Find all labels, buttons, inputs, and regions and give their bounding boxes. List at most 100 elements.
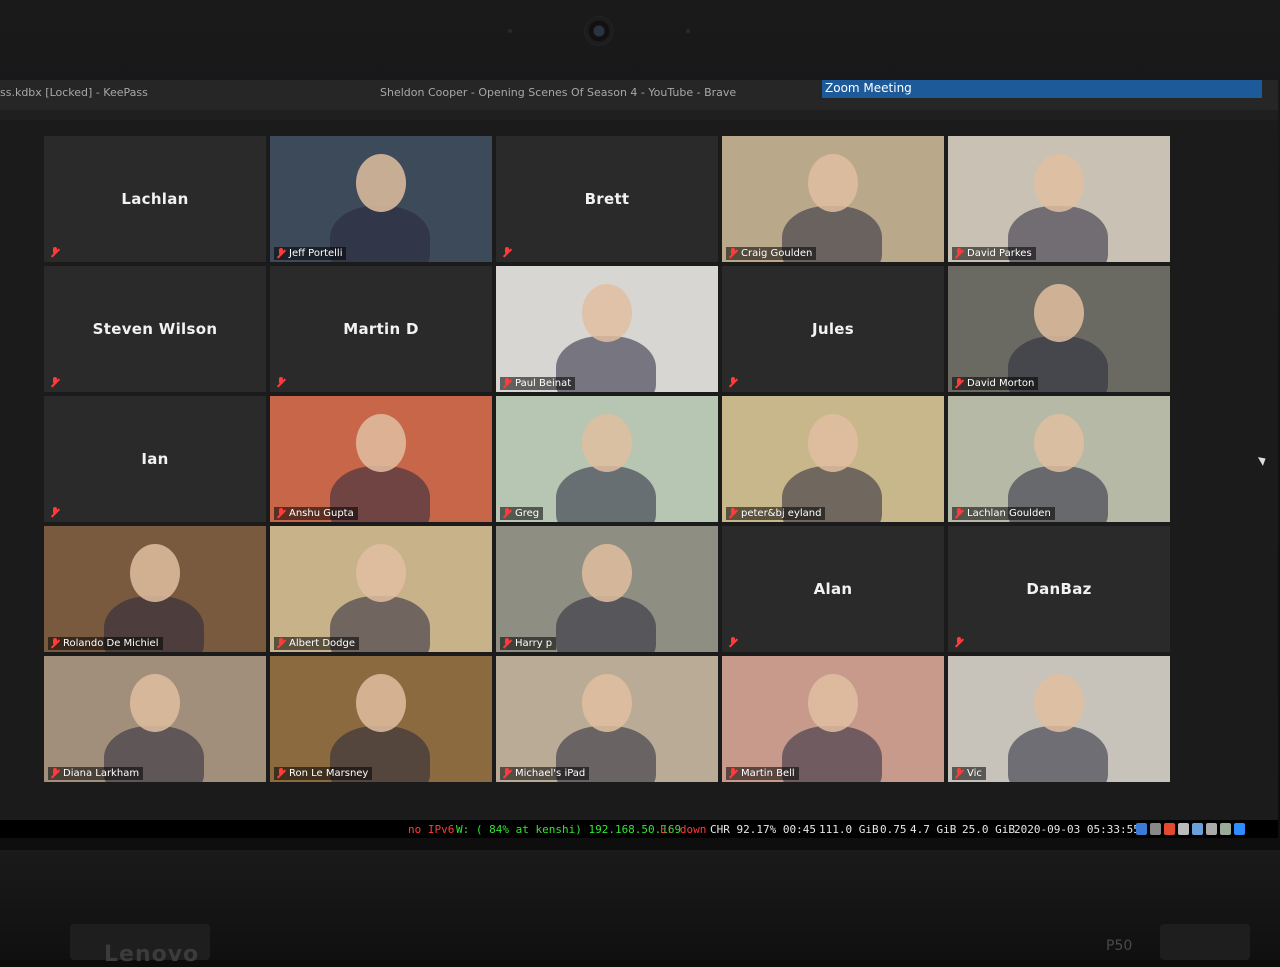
participant-name: Ron Le Marsney	[289, 768, 369, 779]
window-titlebar: ss.kdbx [Locked] - KeePass Sheldon Coope…	[0, 80, 1278, 110]
participant-tile[interactable]: Alan	[722, 526, 944, 652]
participant-name-label: Ron Le Marsney	[274, 767, 373, 780]
participant-face	[808, 154, 858, 212]
participant-name-label: Michael's iPad	[500, 767, 590, 780]
participant-name: Steven Wilson	[92, 320, 218, 338]
muted-mic-icon	[50, 768, 60, 779]
participant-tile[interactable]: DanBaz	[948, 526, 1170, 652]
wifi-status: W: ( 84% at kenshi) 192.168.50.169	[456, 823, 682, 836]
participant-name: Jules	[811, 320, 854, 338]
muted-mic-icon	[276, 638, 286, 649]
participant-face	[356, 154, 406, 212]
disk-status: 111.0 GiB	[819, 823, 879, 836]
participant-face	[356, 414, 406, 472]
participant-tile[interactable]: Ron Le Marsney	[270, 656, 492, 782]
sync-icon[interactable]	[1220, 823, 1231, 835]
muted-mic-icon	[954, 378, 964, 389]
participant-tile[interactable]: Lachlan Goulden	[948, 396, 1170, 522]
participant-face	[582, 544, 632, 602]
bluetooth-icon[interactable]	[1136, 823, 1147, 835]
muted-mic-icon	[276, 377, 286, 388]
load-status: 0.75	[880, 823, 907, 836]
muted-mic-icon	[50, 247, 60, 258]
participant-tile[interactable]: Brett	[496, 136, 718, 262]
system-tray	[1136, 823, 1245, 835]
disk2-status: 25.0 GiB	[962, 823, 1015, 836]
participant-name-label: Jeff Portelli	[274, 247, 347, 260]
participant-tile[interactable]: Ian	[44, 396, 266, 522]
muted-mic-icon	[954, 248, 964, 259]
participant-tile[interactable]: David Morton	[948, 266, 1170, 392]
ethernet-status: E: down	[660, 823, 707, 836]
participant-tile[interactable]: Vic	[948, 656, 1170, 782]
brave-icon[interactable]	[1164, 823, 1175, 835]
participant-name-label: Lachlan Goulden	[952, 507, 1055, 520]
muted-mic-icon	[728, 637, 738, 648]
participant-tile[interactable]: Jules	[722, 266, 944, 392]
muted-mic-icon	[728, 768, 738, 779]
participant-tile[interactable]: Martin Bell	[722, 656, 944, 782]
slack-icon[interactable]	[1206, 823, 1217, 835]
clipboard-icon[interactable]	[1178, 823, 1189, 835]
signal-icon[interactable]	[1150, 823, 1161, 835]
muted-mic-icon	[502, 768, 512, 779]
participant-face	[130, 544, 180, 602]
memory-status: 4.7 GiB	[910, 823, 957, 836]
participant-face	[356, 674, 406, 732]
muted-mic-icon	[502, 247, 512, 258]
participant-name: Anshu Gupta	[289, 508, 354, 519]
participant-name-label: Paul Beinat	[500, 377, 576, 390]
muted-mic-icon	[50, 638, 60, 649]
participant-name-label: David Parkes	[952, 247, 1036, 260]
participant-tile[interactable]: Rolando De Michiel	[44, 526, 266, 652]
zoom-tray-icon[interactable]	[1234, 823, 1245, 835]
participant-name: David Parkes	[967, 248, 1032, 259]
participant-name: DanBaz	[1026, 580, 1092, 598]
participant-tile[interactable]: Paul Beinat	[496, 266, 718, 392]
muted-mic-icon	[50, 377, 60, 388]
ipv6-status: no IPv6	[408, 823, 455, 836]
browser-window-title[interactable]: Sheldon Cooper - Opening Scenes Of Seaso…	[380, 86, 736, 99]
participant-name: Lachlan Goulden	[967, 508, 1051, 519]
participant-name: Michael's iPad	[515, 768, 586, 779]
participant-face	[808, 674, 858, 732]
participant-tile[interactable]: Anshu Gupta	[270, 396, 492, 522]
sensor-dot	[686, 29, 690, 33]
participant-tile[interactable]: Lachlan	[44, 136, 266, 262]
participant-tile[interactable]: Greg	[496, 396, 718, 522]
muted-mic-icon	[502, 638, 512, 649]
participant-tile[interactable]: Steven Wilson	[44, 266, 266, 392]
participant-tile[interactable]: Harry p	[496, 526, 718, 652]
participant-tile[interactable]: David Parkes	[948, 136, 1170, 262]
participant-name-label: peter&bj eyland	[726, 507, 826, 520]
participant-name: Diana Larkham	[63, 768, 140, 779]
participant-tile[interactable]: Diana Larkham	[44, 656, 266, 782]
participant-tile[interactable]: Jeff Portelli	[270, 136, 492, 262]
participant-name: Jeff Portelli	[289, 248, 343, 259]
muted-mic-icon	[276, 508, 286, 519]
participant-name-label: Craig Goulden	[726, 247, 817, 260]
participant-name: Craig Goulden	[741, 248, 813, 259]
i3-status-bar: no IPv6 W: ( 84% at kenshi) 192.168.50.1…	[0, 820, 1278, 838]
participant-tile[interactable]: Martin D	[270, 266, 492, 392]
muted-mic-icon	[954, 768, 964, 779]
keepass-window-title[interactable]: ss.kdbx [Locked] - KeePass	[0, 86, 148, 99]
participant-tile[interactable]: Craig Goulden	[722, 136, 944, 262]
participant-face	[582, 674, 632, 732]
muted-mic-icon	[954, 637, 964, 648]
participant-tile[interactable]: Albert Dodge	[270, 526, 492, 652]
zoom-window-title[interactable]: Zoom Meeting	[822, 80, 1262, 98]
participant-name: Ian	[141, 450, 169, 468]
participant-name: Alan	[813, 580, 853, 598]
battery-status: CHR 92.17% 00:45	[710, 823, 816, 836]
brand-logo: Lenovo	[104, 942, 200, 967]
participant-name: Martin Bell	[741, 768, 795, 779]
datetime-status: 2020-09-03 05:33:55	[1014, 823, 1140, 836]
participant-tile[interactable]: peter&bj eyland	[722, 396, 944, 522]
participant-video	[1008, 726, 1108, 782]
participant-name-label: Albert Dodge	[274, 637, 359, 650]
network-icon[interactable]	[1192, 823, 1203, 835]
participant-name: Harry p	[515, 638, 553, 649]
participant-tile[interactable]: Michael's iPad	[496, 656, 718, 782]
muted-mic-icon	[502, 378, 512, 389]
